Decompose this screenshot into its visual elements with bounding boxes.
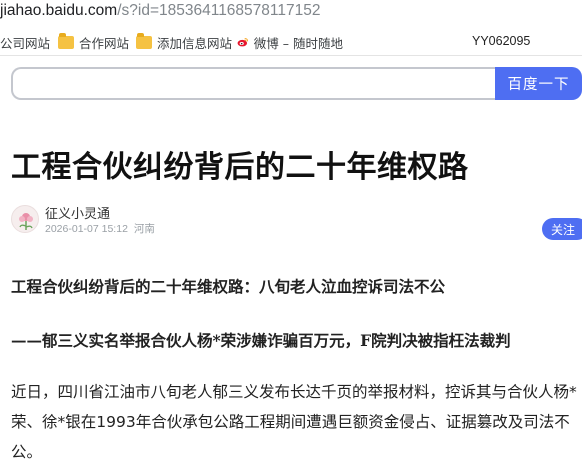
bookmark-yy-id[interactable]: YY062095 (472, 34, 530, 48)
article-subheading-line: ——郁三义实名举报合伙人杨*荣涉嫌诈骗百万元，F院判决被指枉法裁判 (11, 331, 511, 350)
search-bar: 百度一下 (11, 67, 582, 100)
body-line: 荣、徐*银在1993年合伙承包公路工程期间遭遇巨额资金侵占、证据篡改及司法不 (11, 413, 570, 431)
bookmark-add-info-sites[interactable]: 添加信息网站 (136, 32, 233, 51)
bookmark-label: 添加信息网站 (157, 35, 233, 51)
search-input[interactable] (11, 67, 497, 100)
address-bar[interactable]: jiahao.baidu.com/s?id=185364116857811715… (0, 0, 582, 24)
publish-location: 河南 (133, 223, 155, 235)
flower-avatar-icon (19, 213, 33, 230)
article-title: 工程合伙纠纷背后的二十年维权路 (11, 150, 469, 185)
bookmark-label: 微博 – 随时随地 (253, 35, 343, 51)
article-body: 近日，四川省江油市八旬老人郁三义发布长达千页的举报材料，控诉其与合伙人杨* 荣、… (11, 377, 581, 467)
bookmark-partner-sites[interactable]: 合作网站 (58, 32, 130, 51)
folder-icon (58, 32, 74, 49)
url-host: jiahao.baidu.com (0, 2, 118, 19)
folder-icon (136, 32, 152, 49)
article-meta: 2026-01-07 15:12 河南 (45, 221, 161, 236)
weibo-icon (237, 37, 249, 47)
bookmark-label: 合作网站 (79, 35, 130, 51)
body-line: 公。 (11, 443, 43, 461)
url-text[interactable]: jiahao.baidu.com/s?id=185364116857811715… (0, 2, 320, 20)
bookmark-label: 公司网站 (0, 35, 51, 51)
bookmark-weibo[interactable]: 微博 – 随时随地 (237, 33, 343, 51)
author-avatar[interactable] (11, 205, 39, 233)
url-path: /s?id=1853641168578117152 (117, 2, 321, 19)
body-line: 近日，四川省江油市八旬老人郁三义发布长达千页的举报材料，控诉其与合伙人杨* (11, 383, 577, 401)
follow-button[interactable]: 关注 (542, 218, 582, 240)
publish-date: 2026-01-07 15:12 (45, 223, 128, 235)
author-name[interactable]: 征义小灵通 (45, 203, 110, 222)
bookmark-company-site[interactable]: 公司网站 (0, 33, 50, 51)
article-heading-line: 工程合伙纠纷背后的二十年维权路：八旬老人泣血控诉司法不公 (11, 277, 446, 296)
baidu-search-button[interactable]: 百度一下 (495, 67, 582, 100)
